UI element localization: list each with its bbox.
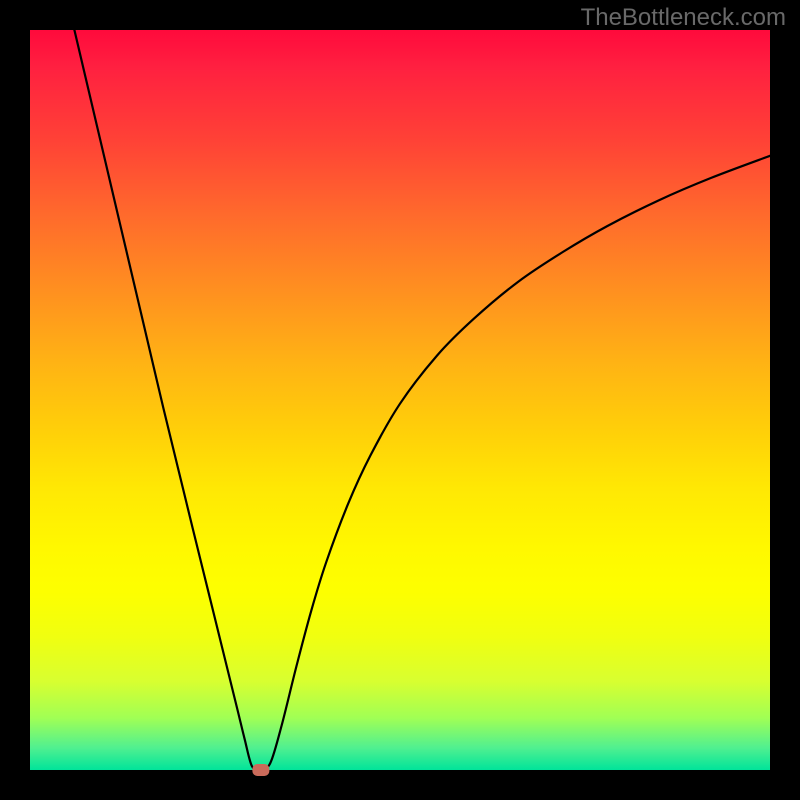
chart-container: TheBottleneck.com	[0, 0, 800, 800]
curve-svg	[30, 30, 770, 770]
plot-area	[30, 30, 770, 770]
minimum-marker	[252, 764, 269, 776]
bottleneck-curve	[74, 30, 770, 770]
watermark-text: TheBottleneck.com	[581, 4, 786, 32]
